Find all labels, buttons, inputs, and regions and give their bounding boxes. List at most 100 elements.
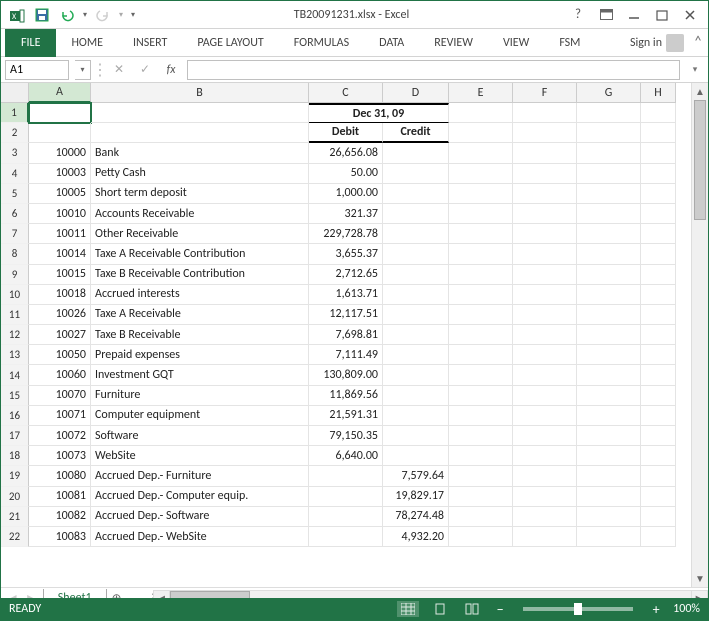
scroll-down-icon[interactable]: ▼ [692,570,708,587]
cell[interactable] [641,365,676,385]
spreadsheet-grid[interactable]: ABCDEFGH 1234567891011121314151617181920… [1,83,691,587]
credit-value[interactable] [383,244,449,264]
account-name[interactable]: Accounts Receivable [91,204,309,224]
row-header[interactable]: 12 [1,325,29,345]
cell[interactable] [449,487,513,507]
cell[interactable] [577,103,641,123]
cell[interactable] [449,507,513,527]
cell[interactable] [513,224,577,244]
cell[interactable] [449,365,513,385]
cell[interactable] [513,143,577,163]
account-code[interactable]: 10081 [29,487,91,507]
account-code[interactable]: 10070 [29,386,91,406]
undo-dropdown-icon[interactable]: ▾ [80,3,90,27]
cell[interactable] [513,103,577,123]
cell[interactable] [641,406,676,426]
account-name[interactable]: Accrued Dep.- Software [91,507,309,527]
cell[interactable] [449,164,513,184]
vscroll-track[interactable] [692,100,708,570]
row-header[interactable]: 17 [1,426,29,446]
cell[interactable] [577,244,641,264]
row-header[interactable]: 4 [1,164,29,184]
excel-logo-icon[interactable]: X [5,3,29,27]
account-code[interactable]: 10018 [29,285,91,305]
cell[interactable] [577,527,641,547]
account-code[interactable]: 10000 [29,143,91,163]
cell[interactable] [577,265,641,285]
debit-value[interactable]: 3,655.37 [309,244,383,264]
debit-value[interactable]: 21,591.31 [309,406,383,426]
credit-value[interactable] [383,164,449,184]
account-code[interactable]: 10027 [29,325,91,345]
credit-value[interactable] [383,224,449,244]
cell[interactable] [513,305,577,325]
account-code[interactable]: 10060 [29,365,91,385]
tab-fsm[interactable]: FSM [544,29,595,57]
debit-value[interactable]: 229,728.78 [309,224,383,244]
credit-header[interactable]: Credit [383,123,449,143]
cell[interactable] [513,204,577,224]
cell[interactable] [577,164,641,184]
row-header[interactable]: 15 [1,386,29,406]
cell[interactable] [641,103,676,123]
account-code[interactable]: 10082 [29,507,91,527]
row-header[interactable]: 21 [1,507,29,527]
credit-value[interactable] [383,325,449,345]
credit-value[interactable]: 7,579.64 [383,466,449,486]
tab-review[interactable]: REVIEW [419,29,488,57]
cell[interactable] [449,123,513,143]
tab-page-layout[interactable]: PAGE LAYOUT [182,29,278,57]
account-name[interactable]: Accrued interests [91,285,309,305]
tab-home[interactable]: HOME [56,29,118,57]
row-header[interactable]: 7 [1,224,29,244]
cell[interactable] [513,345,577,365]
row-header[interactable]: 9 [1,265,29,285]
cell[interactable] [641,487,676,507]
cell[interactable] [577,325,641,345]
account-code[interactable]: 10005 [29,184,91,204]
debit-value[interactable] [309,507,383,527]
name-box[interactable]: A1 [5,60,69,80]
debit-value[interactable]: 321.37 [309,204,383,224]
cell[interactable] [513,406,577,426]
debit-value[interactable]: 130,809.00 [309,365,383,385]
select-all-corner[interactable] [1,83,29,103]
cell[interactable] [513,365,577,385]
cell[interactable] [449,345,513,365]
credit-value[interactable] [383,426,449,446]
undo-icon[interactable] [55,3,79,27]
row-header[interactable]: 6 [1,204,29,224]
account-name[interactable]: Software [91,426,309,446]
save-icon[interactable] [30,3,54,27]
account-name[interactable]: Petty Cash [91,164,309,184]
collapse-ribbon-icon[interactable]: ˄ [688,33,708,52]
row-header[interactable]: 2 [1,123,29,143]
row-header[interactable]: 14 [1,365,29,385]
account-code[interactable]: 10003 [29,164,91,184]
cell[interactable] [577,466,641,486]
credit-value[interactable] [383,204,449,224]
account-code[interactable]: 10026 [29,305,91,325]
cell[interactable] [577,386,641,406]
cell[interactable] [513,487,577,507]
col-header-D[interactable]: D [383,83,449,103]
formula-input[interactable] [187,60,680,80]
account-code[interactable]: 10080 [29,466,91,486]
cell[interactable] [449,224,513,244]
cell[interactable] [577,507,641,527]
cell[interactable] [577,305,641,325]
debit-value[interactable]: 79,150.35 [309,426,383,446]
cell[interactable] [641,345,676,365]
account-code[interactable]: 10011 [29,224,91,244]
credit-value[interactable] [383,446,449,466]
credit-value[interactable] [383,285,449,305]
debit-value[interactable] [309,466,383,486]
cell[interactable] [29,123,91,143]
cell[interactable] [641,446,676,466]
period-header[interactable]: Dec 31, 09 [309,103,449,123]
tab-view[interactable]: VIEW [488,29,544,57]
account-code[interactable]: 10010 [29,204,91,224]
credit-value[interactable]: 78,274.48 [383,507,449,527]
cell[interactable] [577,204,641,224]
account-code[interactable]: 10050 [29,345,91,365]
